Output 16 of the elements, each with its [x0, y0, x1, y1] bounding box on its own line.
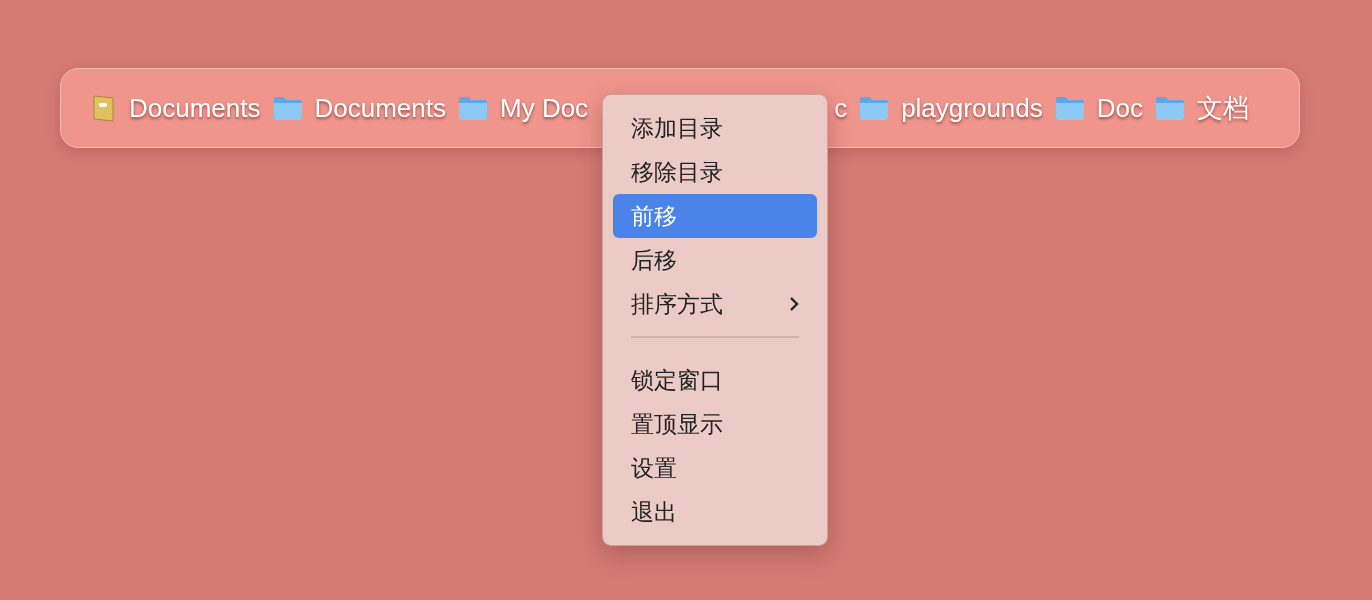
- folder-icon[interactable]: [1054, 95, 1085, 121]
- menu-item[interactable]: 设置: [613, 446, 817, 490]
- menu-item[interactable]: 锁定窗口: [613, 358, 817, 402]
- menu-item[interactable]: 后移: [613, 238, 817, 282]
- folder-icon[interactable]: [272, 95, 303, 121]
- menu-item[interactable]: 移除目录: [613, 150, 817, 194]
- menu-item[interactable]: 退出: [613, 490, 817, 534]
- folder-icon[interactable]: [1155, 95, 1186, 121]
- menu-item[interactable]: 添加目录: [613, 106, 817, 150]
- folder-icon[interactable]: [859, 95, 890, 121]
- menu-item[interactable]: 前移: [613, 194, 817, 238]
- menu-item[interactable]: 置顶显示: [613, 402, 817, 446]
- chevron-right-icon: [789, 296, 799, 312]
- folder-icon[interactable]: [458, 95, 488, 121]
- notebook-icon[interactable]: [91, 94, 117, 122]
- menu-item[interactable]: 排序方式: [613, 282, 817, 326]
